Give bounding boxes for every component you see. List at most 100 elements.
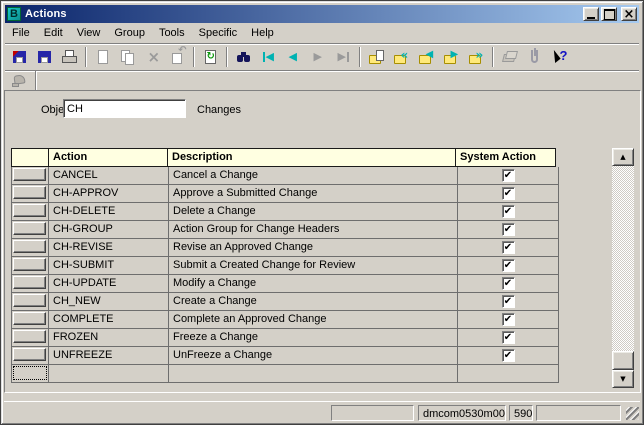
action-cell[interactable]: CH-APPROV — [49, 185, 169, 203]
row-selector-button[interactable] — [13, 222, 46, 235]
refresh-icon[interactable] — [198, 46, 223, 68]
close-button[interactable] — [621, 7, 637, 21]
row-selector-cell[interactable] — [11, 329, 49, 347]
system-action-cell[interactable] — [458, 365, 559, 383]
action-cell[interactable]: CANCEL — [49, 167, 169, 185]
save-exit-icon[interactable] — [7, 46, 32, 68]
row-selector-cell[interactable] — [11, 239, 49, 257]
action-cell[interactable]: CH-SUBMIT — [49, 257, 169, 275]
action-cell[interactable]: CH-UPDATE — [49, 275, 169, 293]
system-action-cell[interactable] — [458, 293, 559, 311]
action-cell[interactable]: COMPLETE — [49, 311, 169, 329]
description-cell[interactable] — [169, 365, 458, 383]
menu-group[interactable]: Group — [107, 25, 152, 42]
menu-view[interactable]: View — [70, 25, 108, 42]
row-selector-cell[interactable] — [11, 293, 49, 311]
system-action-checkbox[interactable] — [502, 349, 515, 362]
next-group-icon[interactable] — [439, 46, 464, 68]
system-action-cell[interactable] — [458, 221, 559, 239]
system-action-checkbox[interactable] — [502, 313, 515, 326]
find-icon[interactable] — [231, 46, 256, 68]
system-action-cell[interactable] — [458, 257, 559, 275]
description-cell[interactable]: Create a Change — [169, 293, 458, 311]
menu-file[interactable]: File — [5, 25, 37, 42]
column-header-description[interactable]: Description — [167, 148, 456, 167]
system-action-checkbox[interactable] — [502, 205, 515, 218]
maximize-button[interactable] — [601, 7, 617, 21]
description-cell[interactable]: Action Group for Change Headers — [169, 221, 458, 239]
save-icon[interactable] — [32, 46, 57, 68]
system-action-checkbox[interactable] — [502, 277, 515, 290]
menu-edit[interactable]: Edit — [37, 25, 70, 42]
system-action-checkbox[interactable] — [502, 187, 515, 200]
action-cell[interactable]: FROZEN — [49, 329, 169, 347]
system-action-checkbox[interactable] — [502, 169, 515, 182]
description-cell[interactable]: Complete an Approved Change — [169, 311, 458, 329]
system-action-cell[interactable] — [458, 311, 559, 329]
row-selector-button[interactable] — [13, 240, 46, 253]
system-action-checkbox[interactable] — [502, 223, 515, 236]
system-action-checkbox[interactable] — [502, 259, 515, 272]
new-row-selector[interactable] — [13, 366, 47, 380]
row-selector-button[interactable] — [13, 348, 46, 361]
prev-group-icon[interactable] — [414, 46, 439, 68]
system-action-checkbox[interactable] — [502, 241, 515, 254]
column-header-system-action[interactable]: System Action — [455, 148, 556, 167]
description-cell[interactable]: Submit a Created Change for Review — [169, 257, 458, 275]
row-selector-button[interactable] — [13, 258, 46, 271]
system-action-cell[interactable] — [458, 167, 559, 185]
system-action-checkbox[interactable] — [502, 331, 515, 344]
system-action-cell[interactable] — [458, 185, 559, 203]
first-record-icon[interactable] — [256, 46, 281, 68]
titlebar[interactable]: B Actions — [5, 5, 639, 23]
action-cell[interactable]: CH-GROUP — [49, 221, 169, 239]
description-cell[interactable]: Modify a Change — [169, 275, 458, 293]
row-selector-button[interactable] — [13, 312, 46, 325]
resize-grip[interactable] — [626, 407, 639, 420]
prev-record-icon[interactable] — [281, 46, 306, 68]
description-cell[interactable]: Cancel a Change — [169, 167, 458, 185]
row-selector-button[interactable] — [13, 294, 46, 307]
row-selector-cell[interactable] — [11, 167, 49, 185]
row-selector-button[interactable] — [13, 330, 46, 343]
system-action-checkbox[interactable] — [502, 295, 515, 308]
system-action-cell[interactable] — [458, 347, 559, 365]
context-help-icon[interactable] — [547, 46, 572, 68]
row-selector-cell[interactable] — [11, 347, 49, 365]
minimize-button[interactable] — [583, 7, 599, 21]
row-selector-cell[interactable] — [11, 221, 49, 239]
menu-specific[interactable]: Specific — [192, 25, 245, 42]
first-group-icon[interactable] — [389, 46, 414, 68]
scroll-down-button[interactable] — [612, 370, 634, 388]
vertical-scrollbar[interactable] — [612, 148, 634, 388]
action-cell[interactable]: UNFREEZE — [49, 347, 169, 365]
print-icon[interactable] — [57, 46, 82, 68]
menu-help[interactable]: Help — [244, 25, 281, 42]
row-selector-cell[interactable] — [11, 257, 49, 275]
row-selector-button[interactable] — [13, 186, 46, 199]
description-cell[interactable]: Approve a Submitted Change — [169, 185, 458, 203]
action-cell[interactable]: CH-DELETE — [49, 203, 169, 221]
description-cell[interactable]: UnFreeze a Change — [169, 347, 458, 365]
column-header-selector[interactable] — [11, 148, 49, 167]
description-cell[interactable]: Revise an Approved Change — [169, 239, 458, 257]
row-selector-button[interactable] — [13, 204, 46, 217]
scroll-up-button[interactable] — [612, 148, 634, 166]
row-selector-cell[interactable] — [11, 365, 49, 383]
action-cell[interactable]: CH_NEW — [49, 293, 169, 311]
system-action-cell[interactable] — [458, 203, 559, 221]
column-header-action[interactable]: Action — [48, 148, 168, 167]
menu-tools[interactable]: Tools — [152, 25, 192, 42]
attachment-icon[interactable] — [522, 46, 547, 68]
new-group-icon[interactable] — [364, 46, 389, 68]
description-cell[interactable]: Freeze a Change — [169, 329, 458, 347]
action-cell[interactable]: CH-REVISE — [49, 239, 169, 257]
row-selector-cell[interactable] — [11, 185, 49, 203]
object-input[interactable]: CH — [63, 99, 186, 118]
row-selector-cell[interactable] — [11, 275, 49, 293]
last-group-icon[interactable] — [464, 46, 489, 68]
scroll-thumb[interactable] — [612, 351, 634, 370]
system-action-cell[interactable] — [458, 239, 559, 257]
row-selector-cell[interactable] — [11, 311, 49, 329]
row-selector-button[interactable] — [13, 168, 46, 181]
